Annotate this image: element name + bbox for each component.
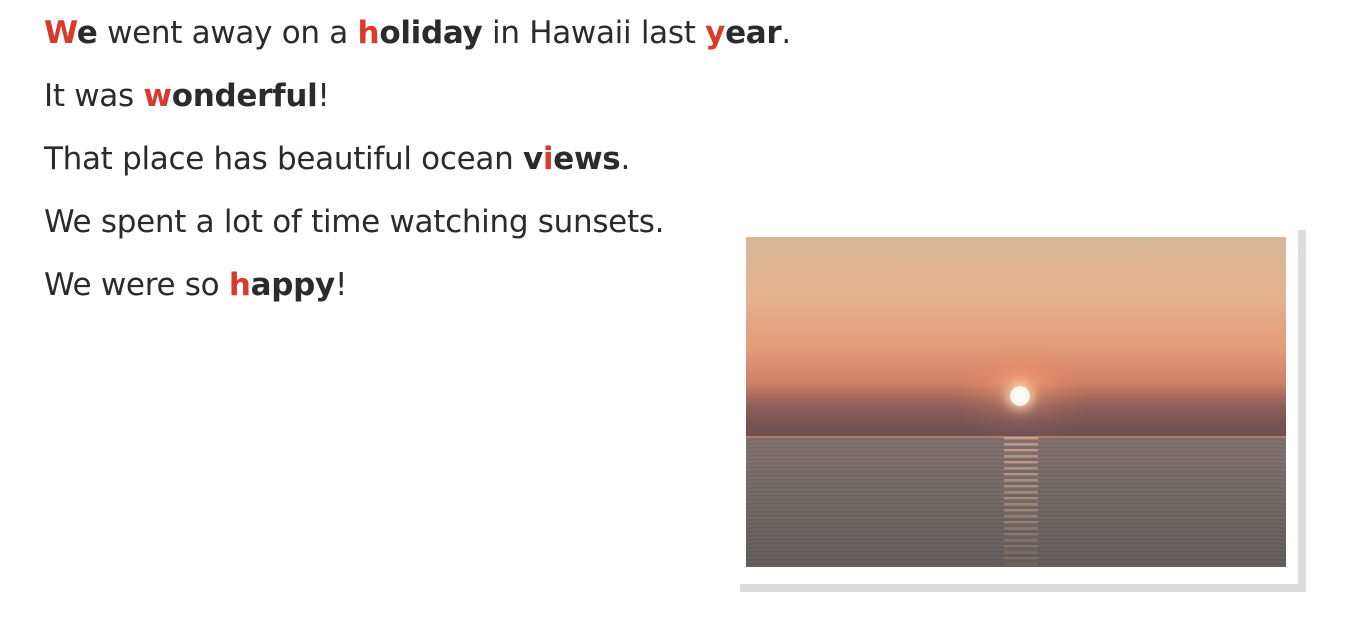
photo-sun-reflection [1004, 437, 1038, 567]
sentence-1-part: went away on a [97, 15, 358, 51]
sentence-3-part: That place has beautiful ocean [44, 141, 523, 177]
sentence-2-part: It was [44, 78, 144, 114]
sentence-1-part: e [76, 15, 98, 51]
sentence-5-part: ! [334, 267, 348, 303]
sentence-5-part: h [228, 267, 251, 303]
photo-sun [1010, 386, 1030, 406]
sentence-4: We spent a lot of time watching sunsets. [44, 199, 844, 245]
sentence-1: We went away on a holiday in Hawaii last… [44, 10, 844, 56]
sentence-2-part: onderful [171, 78, 318, 114]
sentence-2-part: w [143, 78, 172, 114]
sentence-1-part: y [705, 15, 726, 51]
sentence-2-part: ! [317, 78, 330, 114]
sentence-2: It was wonderful! [44, 73, 844, 119]
sentence-1-part: in Hawaii last [482, 15, 706, 51]
sentence-1-part: ear [725, 15, 782, 51]
sentence-4-part: We spent a lot of time watching sunsets. [44, 204, 665, 240]
sunset-over-ocean-photo [746, 237, 1286, 567]
sentence-list: We went away on a holiday in Hawaii last… [44, 10, 844, 325]
sentence-1-part: W [44, 15, 77, 51]
sentence-5-part: We were so [44, 267, 229, 303]
sentence-3-part: ews [553, 141, 621, 177]
sentence-5-part: appy [250, 267, 336, 303]
sentence-3-part: i [542, 141, 554, 177]
sentence-3-part: v [522, 141, 543, 177]
sentence-1-part: . [781, 15, 791, 51]
sentence-3-part: . [620, 141, 630, 177]
sentence-1-part: h [357, 15, 380, 51]
sentence-1-part: oliday [379, 15, 483, 51]
sentence-3: That place has beautiful ocean views. [44, 136, 844, 182]
sentence-5: We were so happy! [44, 262, 844, 308]
